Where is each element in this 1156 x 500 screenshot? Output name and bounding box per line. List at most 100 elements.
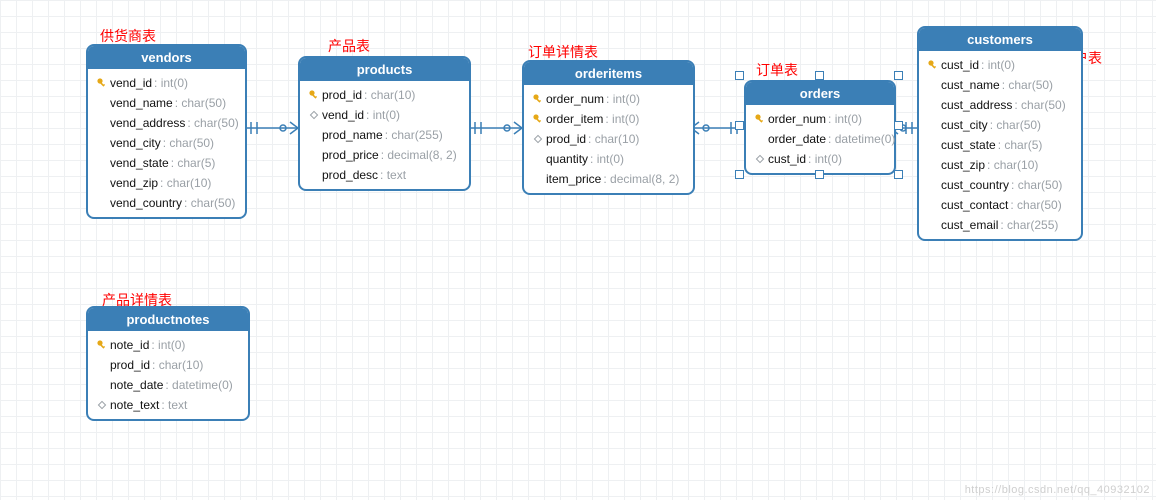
entity-title: productnotes: [88, 308, 248, 331]
column-name: prod_name: [322, 127, 383, 143]
resize-handle[interactable]: [894, 71, 903, 80]
column-name: vend_state: [110, 155, 169, 171]
entity-title: orderitems: [524, 62, 693, 85]
column-type: : text: [380, 167, 406, 183]
resize-handle[interactable]: [894, 170, 903, 179]
resize-handle[interactable]: [735, 170, 744, 179]
column-name: cust_city: [941, 117, 988, 133]
column-name: note_id: [110, 337, 149, 353]
column-row[interactable]: vend_id: int(0): [90, 73, 243, 93]
entity-title: vendors: [88, 46, 245, 69]
annotation-vendors: 供货商表: [100, 26, 156, 46]
annotation-products: 产品表: [328, 36, 370, 56]
column-row[interactable]: vend_zip: char(10): [90, 173, 243, 193]
entity-columns: note_id: int(0)prod_id: char(10)note_dat…: [88, 331, 248, 419]
foreign-key-icon: [309, 110, 319, 120]
primary-key-icon: [927, 59, 939, 71]
column-row[interactable]: note_text: text: [90, 395, 246, 415]
column-name: vend_address: [110, 115, 185, 131]
column-type: : int(0): [590, 151, 624, 167]
column-type: : text: [161, 397, 187, 413]
column-row[interactable]: order_item: int(0): [526, 109, 691, 129]
column-row[interactable]: item_price: decimal(8, 2): [526, 169, 691, 189]
column-name: note_date: [110, 377, 163, 393]
entity-productnotes[interactable]: productnotes note_id: int(0)prod_id: cha…: [86, 306, 250, 421]
primary-key-icon: [532, 113, 544, 125]
column-row[interactable]: prod_id: char(10): [90, 355, 246, 375]
column-row[interactable]: cust_email: char(255): [921, 215, 1079, 235]
column-type: : decimal(8, 2): [603, 171, 679, 187]
column-row[interactable]: vend_city: char(50): [90, 133, 243, 153]
column-name: cust_name: [941, 77, 1000, 93]
resize-handle[interactable]: [735, 71, 744, 80]
primary-key-icon: [308, 89, 320, 101]
column-row[interactable]: prod_price: decimal(8, 2): [302, 145, 467, 165]
column-row[interactable]: vend_name: char(50): [90, 93, 243, 113]
column-row[interactable]: vend_country: char(50): [90, 193, 243, 213]
column-row[interactable]: cust_zip: char(10): [921, 155, 1079, 175]
column-row[interactable]: cust_contact: char(50): [921, 195, 1079, 215]
entity-vendors[interactable]: vendors vend_id: int(0)vend_name: char(5…: [86, 44, 247, 219]
column-name: order_item: [546, 111, 603, 127]
resize-handle[interactable]: [815, 71, 824, 80]
column-row[interactable]: note_date: datetime(0): [90, 375, 246, 395]
entity-columns: cust_id: int(0)cust_name: char(50)cust_a…: [919, 51, 1081, 239]
column-type: : int(0): [366, 107, 400, 123]
column-row[interactable]: vend_id: int(0): [302, 105, 467, 125]
column-row[interactable]: prod_id: char(10): [302, 85, 467, 105]
primary-key-icon: [532, 93, 544, 105]
primary-key-icon: [96, 339, 108, 351]
column-type: : char(50): [163, 135, 214, 151]
primary-key-icon: [96, 77, 108, 89]
column-type: : decimal(8, 2): [381, 147, 457, 163]
column-row[interactable]: prod_desc: text: [302, 165, 467, 185]
column-row[interactable]: prod_id: char(10): [526, 129, 691, 149]
foreign-key-icon: [97, 400, 107, 410]
column-row[interactable]: vend_address: char(50): [90, 113, 243, 133]
selection-outline: [738, 74, 900, 176]
column-row[interactable]: cust_id: int(0): [921, 55, 1079, 75]
column-type: : int(0): [154, 75, 188, 91]
resize-handle[interactable]: [815, 170, 824, 179]
column-name: order_num: [546, 91, 604, 107]
resize-handle[interactable]: [735, 121, 744, 130]
column-row[interactable]: cust_address: char(50): [921, 95, 1079, 115]
column-type: : char(50): [990, 117, 1041, 133]
column-row[interactable]: vend_state: char(5): [90, 153, 243, 173]
entity-products[interactable]: products prod_id: char(10)vend_id: int(0…: [298, 56, 471, 191]
entity-orderitems[interactable]: orderitems order_num: int(0)order_item: …: [522, 60, 695, 195]
column-type: : int(0): [606, 91, 640, 107]
column-name: prod_desc: [322, 167, 378, 183]
column-name: note_text: [110, 397, 159, 413]
column-type: : char(255): [1000, 217, 1058, 233]
column-type: : char(50): [1002, 77, 1053, 93]
column-row[interactable]: cust_name: char(50): [921, 75, 1079, 95]
resize-handle[interactable]: [894, 121, 903, 130]
column-name: quantity: [546, 151, 588, 167]
column-name: cust_zip: [941, 157, 985, 173]
column-row[interactable]: cust_city: char(50): [921, 115, 1079, 135]
column-row[interactable]: cust_country: char(50): [921, 175, 1079, 195]
watermark: https://blog.csdn.net/qq_40932102: [965, 484, 1150, 496]
column-name: vend_city: [110, 135, 161, 151]
entity-columns: order_num: int(0)order_item: int(0)prod_…: [524, 85, 693, 193]
column-type: : int(0): [151, 337, 185, 353]
column-type: : char(50): [1010, 197, 1061, 213]
column-name: cust_email: [941, 217, 998, 233]
column-name: cust_id: [941, 57, 979, 73]
column-row[interactable]: quantity: int(0): [526, 149, 691, 169]
entity-customers[interactable]: customers cust_id: int(0)cust_name: char…: [917, 26, 1083, 241]
column-row[interactable]: cust_state: char(5): [921, 135, 1079, 155]
column-name: item_price: [546, 171, 601, 187]
column-type: : char(5): [998, 137, 1043, 153]
column-row[interactable]: order_num: int(0): [526, 89, 691, 109]
column-name: vend_country: [110, 195, 182, 211]
column-row[interactable]: prod_name: char(255): [302, 125, 467, 145]
column-type: : char(50): [175, 95, 226, 111]
column-name: vend_name: [110, 95, 173, 111]
entity-title: customers: [919, 28, 1081, 51]
column-row[interactable]: note_id: int(0): [90, 335, 246, 355]
column-type: : char(50): [1011, 177, 1062, 193]
diagram-canvas[interactable]: 供货商表 产品表 订单详情表 订单表 用户表 产品详情表 vendors ven…: [0, 0, 1156, 500]
entity-columns: prod_id: char(10)vend_id: int(0)prod_nam…: [300, 81, 469, 189]
